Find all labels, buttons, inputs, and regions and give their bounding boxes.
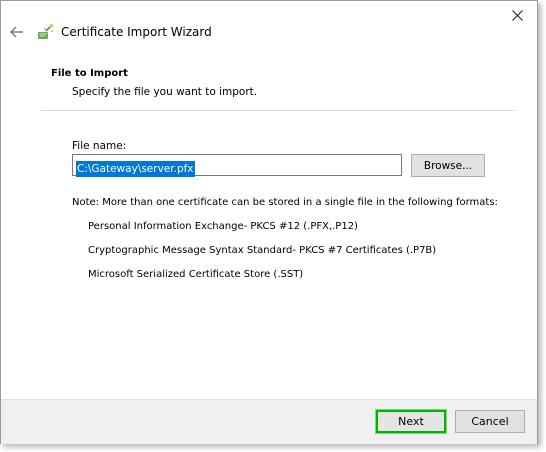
certificate-wizard-icon <box>38 23 54 39</box>
next-button[interactable]: Next <box>375 409 447 434</box>
format-item-p7b: Cryptographic Message Syntax Standard- P… <box>88 245 437 256</box>
back-arrow-icon <box>10 26 23 38</box>
page-heading: File to Import <box>51 68 128 79</box>
format-item-pfx: Personal Information Exchange- PKCS #12 … <box>88 221 358 232</box>
header-divider <box>41 110 515 111</box>
formats-note: Note: More than one certificate can be s… <box>72 197 498 208</box>
cancel-button[interactable]: Cancel <box>455 410 525 433</box>
back-button[interactable] <box>9 24 25 40</box>
file-name-value: C:\Gateway\server.pfx <box>76 161 195 177</box>
formats-list: Personal Information Exchange- PKCS #12 … <box>88 220 436 292</box>
browse-button[interactable]: Browse... <box>411 154 485 177</box>
file-name-label: File name: <box>72 140 127 152</box>
close-icon <box>511 9 523 21</box>
certificate-import-wizard-window: Certificate Import Wizard File to Import… <box>0 0 538 444</box>
close-button[interactable] <box>507 5 527 25</box>
file-name-input[interactable]: C:\Gateway\server.pfx <box>72 154 402 177</box>
format-item-sst: Microsoft Serialized Certificate Store (… <box>88 269 304 280</box>
page-description: Specify the file you want to import. <box>72 86 258 98</box>
wizard-title: Certificate Import Wizard <box>61 25 212 39</box>
wizard-footer: Next Cancel <box>1 399 537 444</box>
